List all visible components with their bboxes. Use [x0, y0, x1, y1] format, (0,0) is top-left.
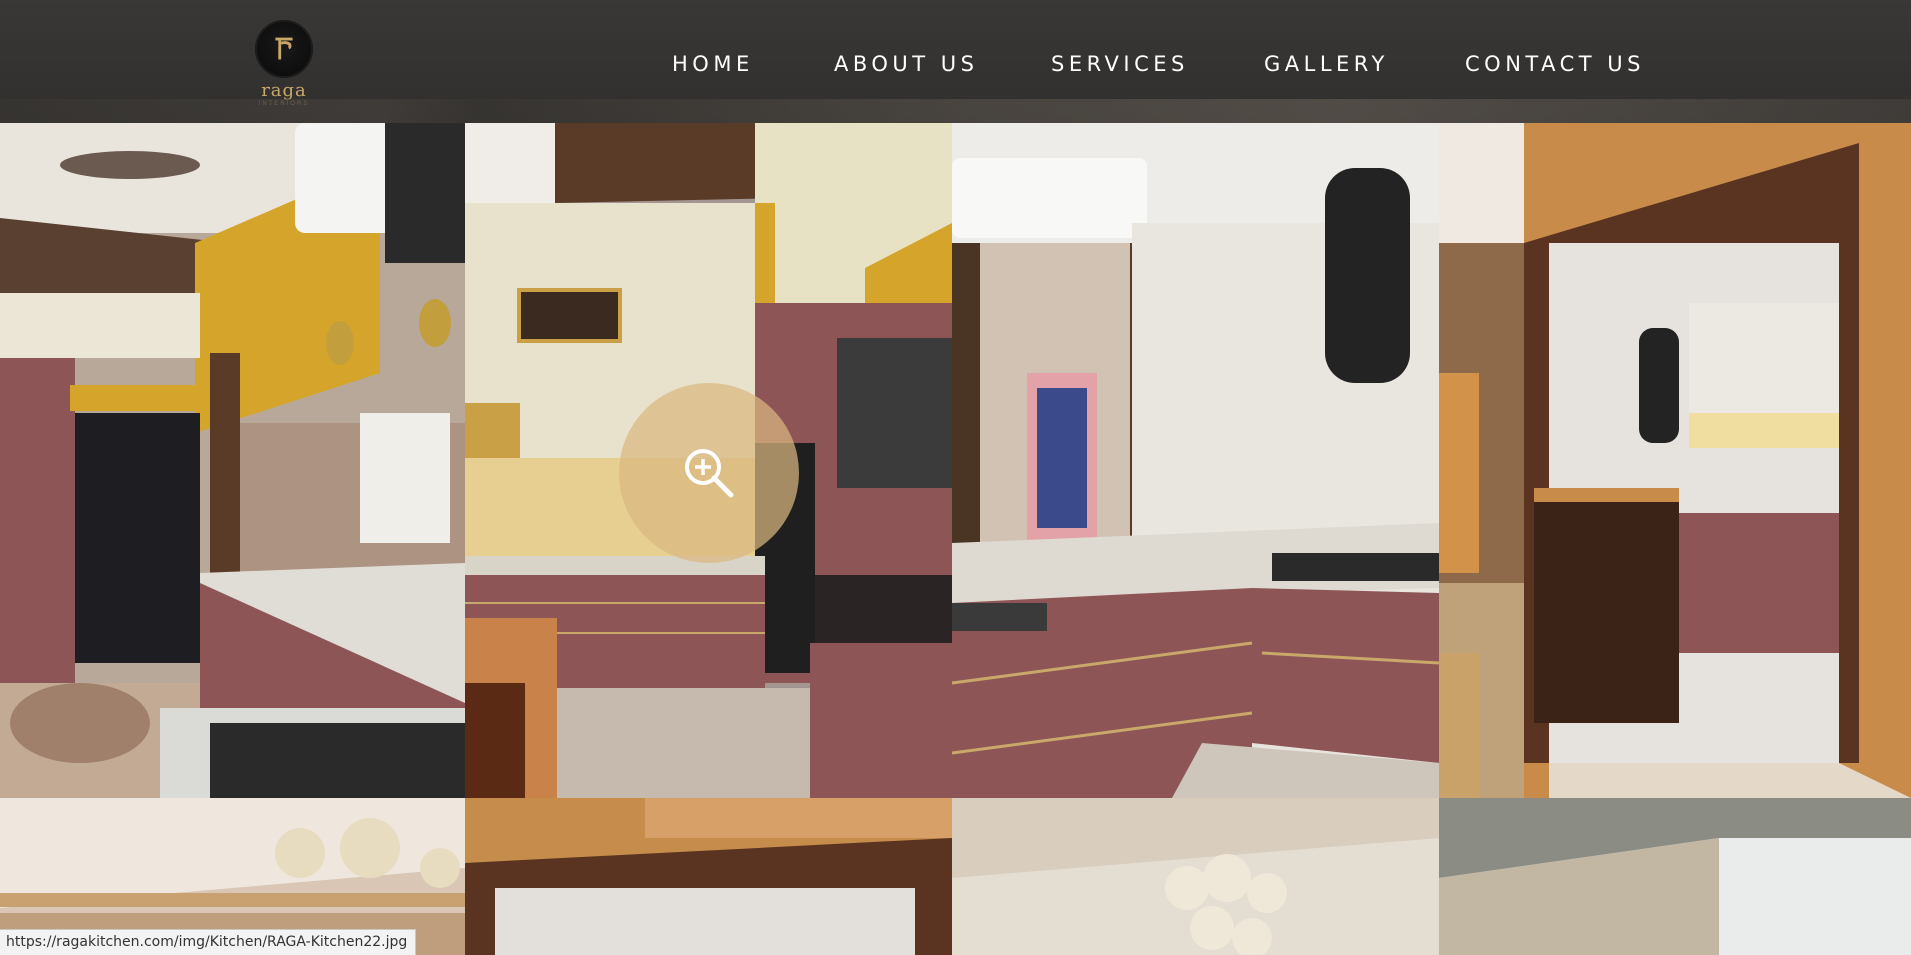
nav-about-us[interactable]: ABOUT US	[834, 52, 979, 76]
logo-emblem-icon	[255, 20, 313, 78]
gallery-image-1[interactable]	[0, 123, 465, 798]
kitchen-photo	[0, 123, 465, 798]
kitchen-photo	[465, 798, 952, 955]
nav-gallery[interactable]: GALLERY	[1264, 52, 1389, 76]
zoom-in-icon	[685, 449, 734, 498]
brand-name: raga	[261, 80, 307, 101]
gallery-image-6[interactable]	[465, 798, 952, 955]
gallery-image-4[interactable]	[1439, 123, 1911, 798]
brand-tagline: INTERIORS	[258, 101, 310, 107]
kitchen-photo	[952, 123, 1439, 798]
nav-contact-us[interactable]: CONTACT US	[1465, 52, 1645, 76]
brand-logo[interactable]: raga INTERIORS	[252, 20, 316, 112]
kitchen-photo	[1439, 798, 1911, 955]
nav-services[interactable]: SERVICES	[1051, 52, 1189, 76]
gallery-image-7[interactable]	[952, 798, 1439, 955]
kitchen-photo	[952, 798, 1439, 955]
gallery-image-3[interactable]	[952, 123, 1439, 798]
gallery-image-8[interactable]	[1439, 798, 1911, 955]
site-header: raga INTERIORS HOME ABOUT US SERVICES GA…	[0, 0, 1911, 123]
gallery-zoom-overlay[interactable]	[619, 383, 799, 563]
nav-home[interactable]: HOME	[672, 52, 754, 76]
browser-status-url: https://ragakitchen.com/img/Kitchen/RAGA…	[0, 929, 417, 955]
kitchen-photo	[1439, 123, 1911, 798]
